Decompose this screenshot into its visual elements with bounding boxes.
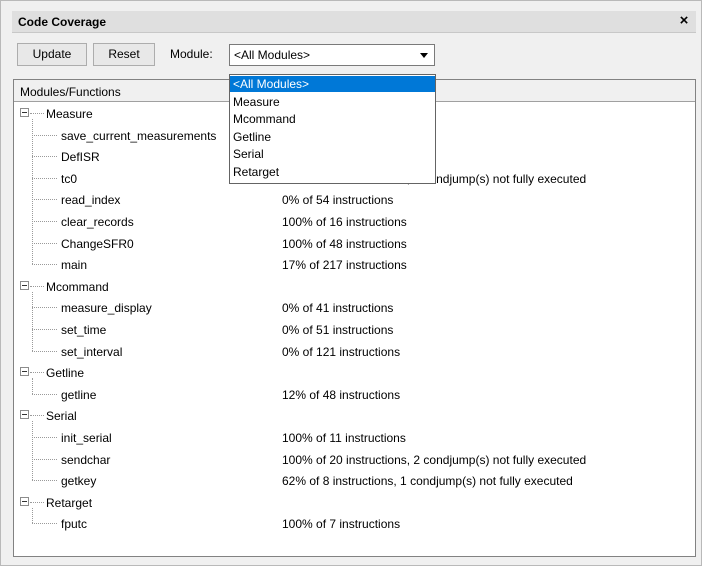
tree-connector bbox=[32, 134, 57, 136]
tree-module-row[interactable]: Mcommand bbox=[14, 277, 695, 297]
module-option[interactable]: <All Modules> bbox=[230, 76, 435, 92]
tree-connector bbox=[32, 242, 57, 244]
toolbar: Update Reset Module: <All Modules> bbox=[12, 34, 696, 74]
coverage-value: 0% of 121 instructions bbox=[282, 344, 401, 359]
tree-connector bbox=[32, 523, 57, 525]
tree-function-row[interactable]: measure_display 0% of 41 instructions bbox=[14, 298, 695, 318]
module-select-value: <All Modules> bbox=[234, 48, 311, 62]
module-name: Measure bbox=[46, 107, 93, 121]
module-dropdown-list[interactable]: <All Modules> Measure Mcommand Getline Seria… bbox=[229, 74, 436, 184]
tree-connector bbox=[32, 437, 57, 438]
coverage-value: 100% of 11 instructions bbox=[282, 431, 406, 445]
tree-function-row[interactable]: ChangeSFR0 100% of 48 instructions bbox=[14, 234, 695, 254]
tree-function-row[interactable]: set_interval 0% of 121 instructions bbox=[14, 342, 695, 362]
coverage-value: 100% of 48 instructions bbox=[282, 236, 407, 251]
tree-function-row[interactable]: init_serial 100% of 11 instructions bbox=[14, 428, 695, 448]
function-name: init_serial bbox=[61, 431, 112, 445]
tree-module-row[interactable]: Serial bbox=[14, 406, 695, 426]
tree-connector bbox=[32, 156, 57, 158]
coverage-value: 100% of 20 instructions, 2 condjump(s) n… bbox=[282, 452, 587, 467]
tree-connector bbox=[32, 393, 57, 395]
tree-function-row[interactable]: clear_records 100% of 16 instructions bbox=[14, 212, 695, 232]
coverage-value: 100% of 16 instructions bbox=[282, 215, 407, 229]
tree-function-row[interactable]: main 17% of 217 instructions bbox=[14, 255, 695, 275]
collapse-icon[interactable] bbox=[20, 496, 29, 506]
tree-connector bbox=[32, 307, 57, 309]
coverage-value: 12% of 48 instructions bbox=[282, 387, 401, 402]
module-option[interactable]: Serial bbox=[230, 146, 435, 162]
module-option[interactable]: Measure bbox=[230, 94, 435, 110]
tree-connector bbox=[32, 264, 57, 266]
tree-connector bbox=[32, 458, 57, 460]
module-option[interactable]: Getline bbox=[230, 129, 435, 145]
function-name: ChangeSFR0 bbox=[61, 236, 134, 251]
tree-connector bbox=[30, 285, 44, 287]
tree-connector bbox=[32, 177, 57, 179]
coverage-value: 0% of 41 instructions bbox=[282, 301, 394, 316]
tree-connector bbox=[32, 350, 57, 352]
function-name: set_time bbox=[61, 323, 107, 337]
module-name: Getline bbox=[46, 366, 85, 381]
tree-connector bbox=[32, 329, 57, 330]
function-name: tc0 bbox=[61, 171, 78, 186]
module-option[interactable]: Retarget bbox=[230, 164, 435, 180]
module-name: Serial bbox=[46, 409, 77, 424]
tree-function-row[interactable]: sendchar 100% of 20 instructions, 2 condj… bbox=[14, 450, 695, 470]
tree-function-row[interactable]: fputc 100% of 7 instructions bbox=[14, 514, 695, 534]
function-name: fputc bbox=[61, 517, 88, 532]
module-label: Module: bbox=[170, 47, 213, 61]
tree-function-row[interactable]: getline 12% of 48 instructions bbox=[14, 385, 695, 405]
collapse-icon[interactable] bbox=[20, 280, 29, 290]
tree-connector bbox=[32, 480, 57, 482]
function-name: read_index bbox=[61, 193, 121, 208]
collapse-icon[interactable] bbox=[20, 108, 29, 117]
column-header-label: Modules/Functions bbox=[20, 85, 121, 99]
tree-connector bbox=[30, 372, 44, 374]
function-name: getline bbox=[61, 387, 97, 402]
tree-module-row[interactable]: Getline bbox=[14, 363, 695, 383]
tree-connector bbox=[30, 113, 44, 114]
collapse-icon[interactable] bbox=[20, 410, 29, 420]
function-name: measure_display bbox=[61, 301, 152, 316]
module-name: Retarget bbox=[46, 495, 93, 510]
module-select[interactable]: <All Modules> bbox=[229, 44, 435, 66]
collapse-icon[interactable] bbox=[20, 367, 29, 377]
module-option[interactable]: Mcommand bbox=[230, 111, 435, 127]
update-button[interactable]: Update bbox=[17, 43, 87, 66]
module-name: Mcommand bbox=[46, 279, 109, 294]
window-title: Code Coverage bbox=[18, 15, 107, 29]
title-bar: Code Coverage × bbox=[12, 11, 696, 33]
coverage-value: 62% of 8 instructions, 1 condjump(s) not… bbox=[282, 474, 573, 489]
function-name: clear_records bbox=[61, 215, 134, 229]
coverage-value: 0% of 51 instructions bbox=[282, 323, 394, 337]
coverage-value: 100% of 7 instructions bbox=[282, 517, 401, 532]
function-name: DefISR bbox=[61, 150, 100, 165]
tree-connector bbox=[32, 221, 57, 222]
tree-connector bbox=[30, 501, 44, 503]
reset-button[interactable]: Reset bbox=[93, 43, 155, 66]
function-name: sendchar bbox=[61, 452, 111, 467]
tree-module-row[interactable]: Retarget bbox=[14, 493, 695, 513]
coverage-value: 0% of 54 instructions bbox=[282, 193, 394, 208]
chevron-down-icon[interactable] bbox=[415, 46, 433, 64]
tree-function-row[interactable]: set_time 0% of 51 instructions bbox=[14, 320, 695, 340]
tree-connector bbox=[30, 415, 44, 417]
tree-connector bbox=[32, 199, 57, 201]
close-icon[interactable]: × bbox=[676, 12, 692, 30]
tree-function-row[interactable]: read_index 0% of 54 instructions bbox=[14, 190, 695, 210]
code-coverage-window: Code Coverage × Update Reset Module: <Al… bbox=[0, 0, 702, 566]
function-name: main bbox=[61, 258, 88, 273]
tree-function-row[interactable]: getkey 62% of 8 instructions, 1 condjump(… bbox=[14, 471, 695, 491]
coverage-value: 17% of 217 instructions bbox=[282, 258, 407, 273]
function-name: set_interval bbox=[61, 344, 123, 359]
function-name: getkey bbox=[61, 474, 97, 489]
function-name: save_current_measurements bbox=[61, 128, 217, 143]
